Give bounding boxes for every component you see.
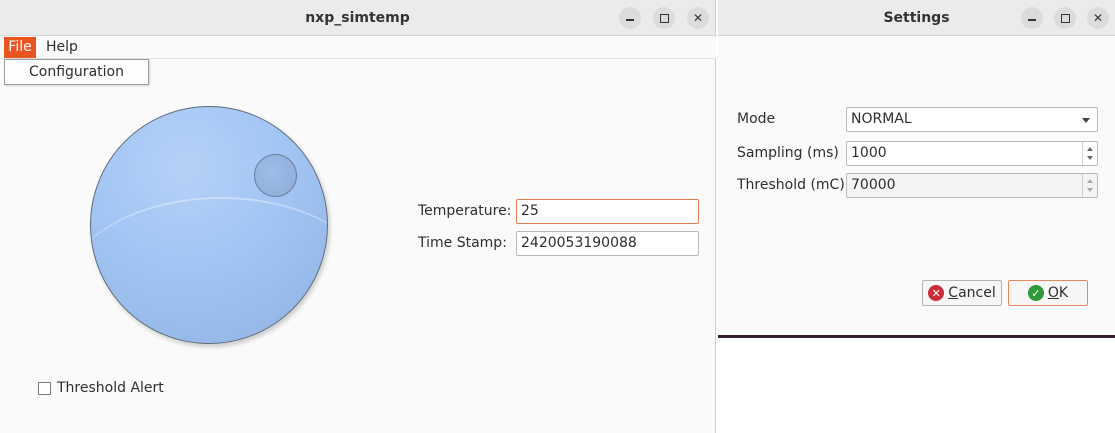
timestamp-field[interactable]: 2420053190088 [516,231,699,256]
spin-down-icon[interactable] [1087,188,1093,192]
dial-sheen [91,197,327,343]
settings-titlebar[interactable]: Settings ✕ [718,0,1115,36]
cancel-button-label: Cancel [948,285,995,301]
threshold-stepper[interactable] [1082,174,1097,197]
temperature-dial[interactable] [90,106,328,344]
settings-window: Settings ✕ Mode NORMAL Sampling (ms) 100… [718,0,1115,338]
sampling-value: 1000 [851,145,887,161]
maximize-icon[interactable] [1054,7,1076,29]
checkmark-icon: ✓ [1027,285,1044,301]
menu-file[interactable]: File [4,37,36,58]
chevron-down-icon [1082,118,1090,123]
desktop-background [716,341,1115,433]
threshold-alert-label: Threshold Alert [57,380,164,396]
menubar: File Help [0,37,716,59]
menu-help[interactable]: Help [46,37,78,58]
sampling-stepper[interactable] [1082,142,1097,165]
ok-button-label: OK [1048,285,1068,301]
cancel-button[interactable]: ✕ Cancel [922,280,1002,306]
window-title: nxp_simtemp [305,10,410,26]
threshold-spinbox[interactable]: 70000 [846,173,1098,198]
mode-select[interactable]: NORMAL [846,107,1098,132]
temperature-label: Temperature: [418,203,512,219]
cancel-icon: ✕ [928,285,945,301]
threshold-alert-checkbox[interactable] [38,382,51,395]
threshold-label: Threshold (mC) [737,177,845,193]
cancel-mnemonic: C [948,285,959,301]
close-icon[interactable]: ✕ [1087,7,1109,29]
close-icon[interactable]: ✕ [687,7,709,29]
minimize-icon[interactable] [619,7,641,29]
mode-value: NORMAL [851,111,912,127]
main-titlebar[interactable]: nxp_simtemp ✕ [0,0,715,36]
spin-up-icon[interactable] [1087,179,1093,183]
timestamp-label: Time Stamp: [418,235,507,251]
ok-label-rest: K [1058,285,1069,301]
file-menu-dropdown: Configuration [4,59,149,85]
main-window: nxp_simtemp ✕ File Help Temperature: 25 … [0,0,716,433]
ok-button[interactable]: ✓ OK [1008,280,1088,306]
menu-item-configuration[interactable]: Configuration [5,60,148,84]
threshold-value: 70000 [851,177,896,193]
sampling-spinbox[interactable]: 1000 [846,141,1098,166]
mode-label: Mode [737,111,776,127]
sampling-label: Sampling (ms) [737,145,839,161]
spin-up-icon[interactable] [1087,147,1093,151]
minimize-icon[interactable] [1021,7,1043,29]
cancel-label-rest: ancel [958,285,996,301]
ok-mnemonic: O [1047,285,1059,301]
spin-down-icon[interactable] [1087,156,1093,160]
temperature-field[interactable]: 25 [516,199,699,224]
dial-notch [254,154,297,197]
maximize-icon[interactable] [653,7,675,29]
